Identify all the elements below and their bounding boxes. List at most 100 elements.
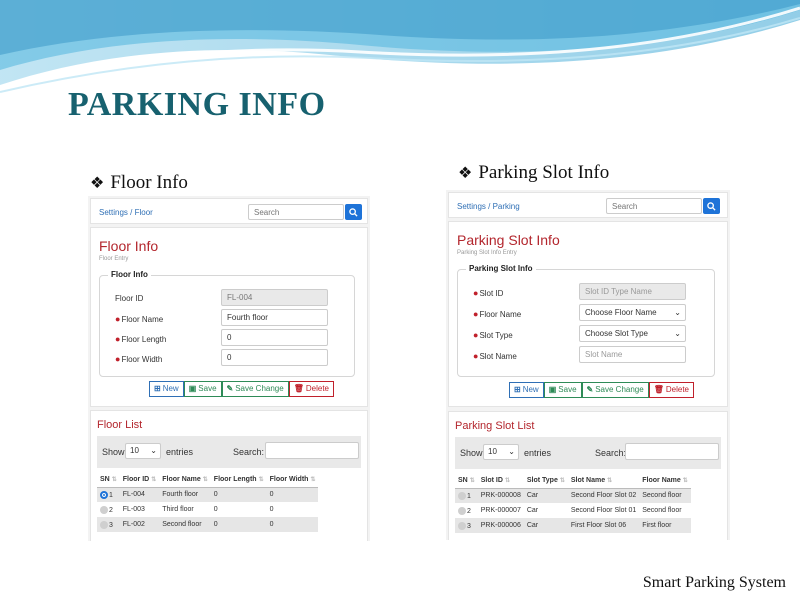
- column-header[interactable]: Floor Length ⇅: [210, 473, 267, 488]
- table-row[interactable]: 2 FL-003 Third floor 0 0: [97, 502, 319, 517]
- entries-select[interactable]: 10 ⌄: [125, 443, 161, 459]
- row-radio[interactable]: [458, 491, 466, 500]
- table-cell: FL-004: [119, 487, 160, 502]
- save-button[interactable]: ▣ Save: [543, 382, 582, 398]
- entries-select[interactable]: 10 ⌄: [483, 444, 519, 460]
- table-cell: PRK-000008: [477, 488, 524, 503]
- column-header[interactable]: Floor Name ⇅: [639, 474, 691, 489]
- edit-icon: ✎: [226, 384, 234, 393]
- slot-list-card: Parking Slot List Show 10 ⌄ entries Searc…: [448, 411, 728, 540]
- chevron-down-icon: ⌄: [674, 329, 681, 338]
- floor-length-field[interactable]: 0: [221, 329, 328, 346]
- search-button[interactable]: [703, 198, 720, 214]
- column-header[interactable]: SN ⇅: [97, 473, 120, 488]
- required-dot: ●: [115, 334, 121, 344]
- column-header[interactable]: Floor ID ⇅: [119, 473, 160, 488]
- plus-square-icon: ⊞: [514, 385, 521, 394]
- edit-icon: ✎: [586, 385, 594, 394]
- slot-name-label: ●Slot Name: [473, 351, 517, 361]
- floor-section-heading: ❖ Floor Info: [90, 172, 188, 194]
- row-radio[interactable]: [458, 521, 466, 530]
- table-header-row: SN ⇅ Floor ID ⇅ Floor Name ⇅ Floor Length ⇅ …: [97, 473, 319, 488]
- table-cell: Fourth floor: [159, 487, 211, 502]
- table-cell: PRK-000007: [477, 503, 524, 518]
- delete-button[interactable]: 🗑 Delete: [288, 381, 334, 397]
- new-button[interactable]: ⊞ New: [149, 381, 184, 397]
- table-cell: 0: [210, 502, 267, 517]
- floor-width-field[interactable]: 0: [221, 349, 328, 366]
- required-dot: ●: [473, 288, 479, 298]
- required-dot: ●: [115, 354, 121, 364]
- table-cell: Car: [523, 518, 568, 533]
- column-header[interactable]: Slot ID ⇅: [477, 474, 524, 489]
- table-cell: Car: [523, 488, 568, 503]
- slot-topbar: Settings / Parking: [448, 192, 728, 218]
- slot-id-field: Slot ID Type Name: [579, 283, 686, 300]
- slot-table: SN ⇅ Slot ID ⇅ Slot Type ⇅ Slot Name ⇅ Floor…: [455, 474, 691, 533]
- floor-fieldset: Floor Info Floor ID FL-004 ●Floor Name F…: [99, 270, 355, 377]
- column-header[interactable]: Floor Name ⇅: [159, 473, 211, 488]
- required-dot: ●: [473, 351, 479, 361]
- search-input[interactable]: [606, 198, 702, 214]
- table-cell: Second floor: [159, 517, 211, 532]
- table-cell: 0: [266, 517, 319, 532]
- entries-label: entries: [524, 448, 552, 458]
- table-cell: Second Floor Slot 01: [567, 503, 640, 518]
- column-header[interactable]: Slot Type ⇅: [523, 474, 568, 489]
- floor-id-field: FL-004: [221, 289, 328, 306]
- column-header[interactable]: Floor Width ⇅: [266, 473, 319, 488]
- search-icon: [349, 207, 358, 217]
- floor-name-select[interactable]: Choose Floor Name ⌄: [579, 304, 686, 321]
- table-row[interactable]: 3 FL-002 Second floor 0 0: [97, 517, 319, 532]
- floor-width-label: ●Floor Width: [115, 354, 163, 364]
- floor-id-label: Floor ID: [115, 294, 144, 303]
- table-row[interactable]: 1 PRK-000008 Car Second Floor Slot 02 Se…: [455, 488, 691, 503]
- fieldset-legend: Parking Slot Info: [466, 264, 536, 273]
- table-search-input[interactable]: [625, 443, 719, 460]
- datatable-controls: Show 10 ⌄ entries Search:: [455, 437, 721, 469]
- floor-length-label: ●Floor Length: [115, 334, 167, 344]
- breadcrumb[interactable]: Settings / Parking: [457, 202, 520, 211]
- slide-title: PARKING INFO: [68, 86, 326, 123]
- new-button[interactable]: ⊞ New: [509, 382, 544, 398]
- table-cell: Third floor: [159, 502, 211, 517]
- fieldset-legend: Floor Info: [108, 270, 151, 279]
- column-header[interactable]: SN ⇅: [455, 474, 478, 489]
- breadcrumb[interactable]: Settings / Floor: [99, 208, 153, 217]
- table-row[interactable]: 3 PRK-000006 Car First Floor Slot 06 Fir…: [455, 518, 691, 533]
- table-cell: 0: [210, 517, 267, 532]
- row-radio[interactable]: [100, 505, 108, 514]
- search-button[interactable]: [345, 204, 362, 220]
- save-change-button[interactable]: ✎ Save Change: [581, 382, 649, 398]
- save-change-button[interactable]: ✎ Save Change: [221, 381, 289, 397]
- diamond-bullet-icon: ❖: [458, 165, 473, 182]
- save-button[interactable]: ▣ Save: [183, 381, 222, 397]
- floor-name-field[interactable]: Fourth floor: [221, 309, 328, 326]
- slot-id-label: ●Slot ID: [473, 288, 504, 298]
- slot-type-select[interactable]: Choose Slot Type ⌄: [579, 325, 686, 342]
- search-input[interactable]: [248, 204, 344, 220]
- table-search-label: Search:: [595, 448, 627, 458]
- floor-heading-text: Floor Info: [110, 172, 188, 193]
- table-search-input[interactable]: [265, 442, 359, 459]
- plus-square-icon: ⊞: [154, 384, 161, 393]
- datatable-controls: Show 10 ⌄ entries Search:: [97, 436, 361, 468]
- entries-label: entries: [166, 447, 194, 457]
- diamond-bullet-icon: ❖: [90, 175, 105, 192]
- chevron-down-icon: ⌄: [674, 308, 681, 317]
- table-row[interactable]: 2 PRK-000007 Car Second Floor Slot 01 Se…: [455, 503, 691, 518]
- column-header[interactable]: Slot Name ⇅: [567, 474, 640, 489]
- row-radio[interactable]: [100, 490, 108, 499]
- table-row[interactable]: 1 FL-004 Fourth floor 0 0: [97, 487, 319, 502]
- slot-section-heading: ❖ Parking Slot Info: [458, 162, 609, 184]
- form-title: Parking Slot Info: [457, 232, 560, 248]
- list-title: Parking Slot List: [455, 420, 535, 432]
- table-cell: First Floor Slot 06: [567, 518, 640, 533]
- row-radio[interactable]: [100, 520, 108, 529]
- delete-button[interactable]: 🗑 Delete: [648, 382, 694, 398]
- parking-slot-screenshot: Settings / Parking Parking Slot Info Par…: [446, 190, 730, 540]
- slot-name-field[interactable]: Slot Name: [579, 346, 686, 363]
- floor-topbar: Settings / Floor: [90, 198, 368, 224]
- table-cell: Car: [523, 503, 568, 518]
- row-radio[interactable]: [458, 506, 466, 515]
